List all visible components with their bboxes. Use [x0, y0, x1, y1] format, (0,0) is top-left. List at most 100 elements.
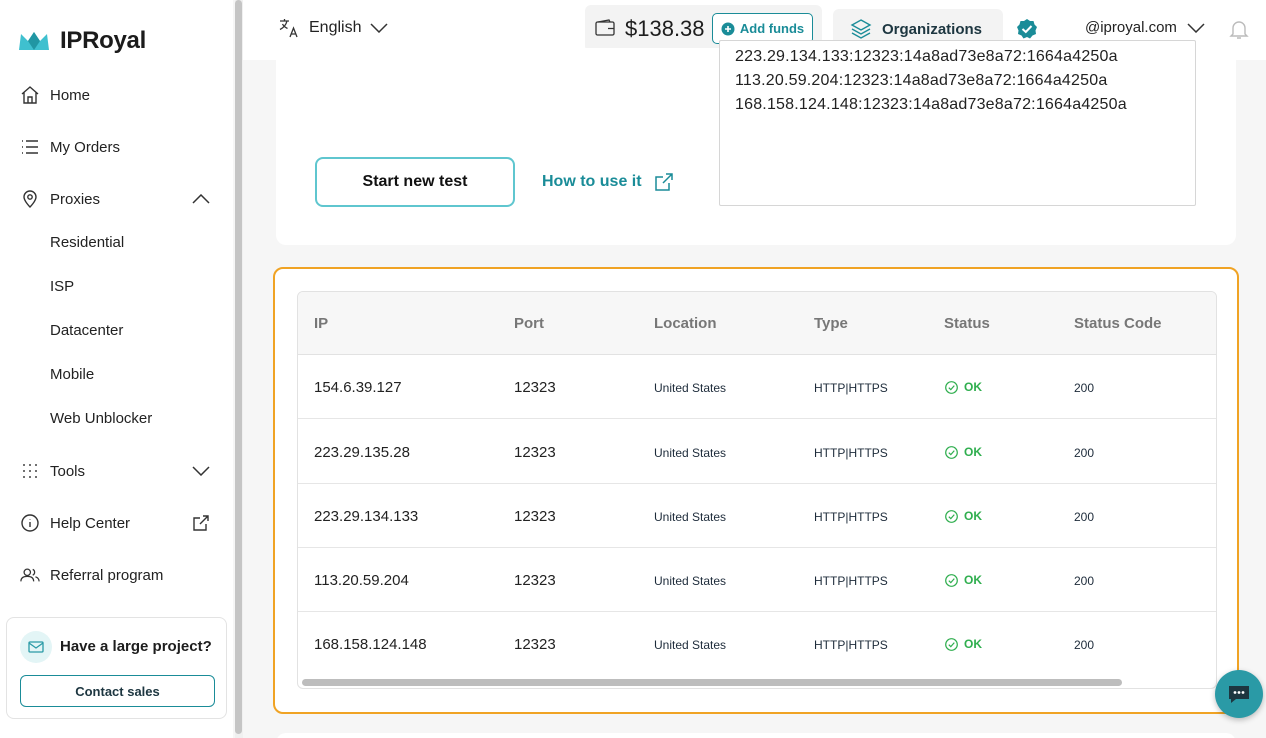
sidebar-item-referral-program[interactable]: Referral program [20, 562, 210, 588]
cell-port: 12323 [514, 636, 556, 653]
sidebar-subitem-web-unblocker[interactable]: Web Unblocker [50, 410, 152, 427]
sidebar-item-help-center[interactable]: Help Center [20, 510, 210, 536]
account-menu[interactable]: @iproyal.com [1085, 19, 1205, 36]
cell-ip: 223.29.135.28 [314, 444, 410, 461]
cell-status: OK [945, 445, 982, 459]
table-header: IP Port Location Type Status Status Code [298, 292, 1216, 355]
cell-status: OK [945, 509, 982, 523]
sidebar-item-label: Referral program [50, 566, 164, 584]
language-label: English [309, 19, 362, 36]
table-row: 154.6.39.127 12323 United States HTTP|HT… [298, 355, 1216, 419]
cell-ip: 168.158.124.148 [314, 636, 427, 653]
check-circle-icon [945, 380, 958, 394]
cell-status: OK [945, 637, 982, 651]
cell-status-code: 200 [1074, 638, 1095, 652]
cell-type: HTTP|HTTPS [814, 638, 888, 652]
cell-type: HTTP|HTTPS [814, 446, 888, 460]
status-label: OK [964, 380, 982, 394]
home-icon [20, 85, 40, 105]
column-header-ip: IP [314, 315, 329, 332]
proxy-tester-card: Start new test How to use it 223.29.134.… [276, 40, 1236, 245]
cell-type: HTTP|HTTPS [814, 381, 888, 395]
plus-circle-icon [721, 22, 735, 35]
proxy-list-textarea[interactable]: 223.29.134.133:12323:14a8ad73e8a72:1664a… [719, 40, 1196, 206]
contact-sales-button[interactable]: Contact sales [20, 675, 215, 707]
cell-location: United States [654, 446, 727, 460]
column-header-type: Type [814, 315, 848, 332]
next-card [276, 733, 1236, 738]
mail-icon [20, 631, 52, 663]
sidebar-item-my-orders[interactable]: My Orders [20, 134, 210, 160]
how-to-use-label: How to use it [542, 173, 642, 190]
column-header-port: Port [514, 315, 544, 332]
cell-type: HTTP|HTTPS [814, 510, 888, 524]
proxy-line: 168.158.124.148:12323:14a8ad73e8a72:1664… [735, 96, 1127, 113]
cell-type: HTTP|HTTPS [814, 574, 888, 588]
cell-ip: 154.6.39.127 [314, 379, 402, 396]
sidebar: IPRoyal Home My Orders Proxies Residenti… [0, 0, 233, 738]
balance-amount: $138.38 [625, 16, 705, 41]
location-pin-icon [20, 189, 40, 209]
cell-status-code: 200 [1074, 446, 1095, 460]
start-new-test-button[interactable]: Start new test [315, 157, 515, 207]
sidebar-subitem-residential[interactable]: Residential [50, 234, 124, 251]
list-icon [20, 137, 40, 157]
table-row: 223.29.134.133 12323 United States HTTP|… [298, 484, 1216, 548]
table-row: 223.29.135.28 12323 United States HTTP|H… [298, 420, 1216, 484]
proxy-line: 223.29.134.133:12323:14a8ad73e8a72:1664a… [735, 48, 1118, 65]
organizations-label: Organizations [882, 20, 983, 38]
status-label: OK [964, 509, 982, 523]
crown-icon [19, 32, 49, 50]
chat-bubble-icon [1229, 686, 1249, 703]
check-circle-icon [945, 509, 958, 523]
table-horizontal-scrollbar[interactable] [302, 679, 1122, 686]
cell-port: 12323 [514, 444, 556, 461]
chevron-down-icon [1187, 22, 1205, 33]
cell-location: United States [654, 638, 727, 652]
promo-title: Have a large project? [60, 638, 212, 655]
cell-location: United States [654, 574, 727, 588]
chevron-up-icon [192, 194, 210, 204]
cell-status-code: 200 [1074, 574, 1095, 588]
language-selector[interactable]: English [278, 17, 389, 39]
sidebar-item-proxies[interactable]: Proxies [20, 186, 210, 212]
sidebar-item-label: Home [50, 86, 91, 104]
cell-status-code: 200 [1074, 381, 1095, 395]
status-label: OK [964, 445, 982, 459]
verified-badge-icon [1017, 19, 1037, 39]
cell-port: 12323 [514, 508, 556, 525]
account-email: @iproyal.com [1085, 19, 1177, 36]
chevron-down-icon [370, 23, 389, 33]
external-link-icon [192, 514, 210, 532]
chat-support-button[interactable] [1215, 670, 1263, 718]
sidebar-subitem-datacenter[interactable]: Datacenter [50, 322, 123, 339]
sidebar-item-label: Help Center [50, 514, 131, 532]
cell-location: United States [654, 381, 727, 395]
sidebar-item-home[interactable]: Home [20, 82, 210, 108]
translate-icon [279, 19, 298, 38]
check-circle-icon [945, 573, 958, 587]
cell-location: United States [654, 510, 727, 524]
wallet-icon [595, 19, 615, 36]
table-row: 168.158.124.148 12323 United States HTTP… [298, 612, 1216, 676]
sidebar-scrollbar[interactable] [235, 0, 243, 738]
sidebar-subitem-isp[interactable]: ISP [50, 278, 74, 295]
results-table: IP Port Location Type Status Status Code… [297, 291, 1217, 689]
add-funds-label: Add funds [739, 21, 805, 36]
brand-logo[interactable]: IPRoyal [18, 27, 146, 55]
check-circle-icon [945, 445, 958, 459]
sidebar-item-label: Tools [50, 462, 86, 480]
how-to-use-link[interactable]: How to use it [542, 172, 674, 192]
sidebar-subitem-mobile[interactable]: Mobile [50, 366, 94, 383]
results-panel: IP Port Location Type Status Status Code… [273, 267, 1239, 714]
sidebar-item-tools[interactable]: Tools [20, 458, 210, 484]
cell-port: 12323 [514, 572, 556, 589]
brand-name: IPRoyal [60, 27, 146, 54]
status-label: OK [964, 573, 982, 587]
cell-status: OK [945, 380, 982, 394]
cell-port: 12323 [514, 379, 556, 396]
users-icon [20, 565, 40, 585]
layers-icon [850, 19, 872, 39]
notifications-bell-icon[interactable] [1228, 18, 1250, 40]
scrollbar-thumb[interactable] [235, 0, 242, 734]
